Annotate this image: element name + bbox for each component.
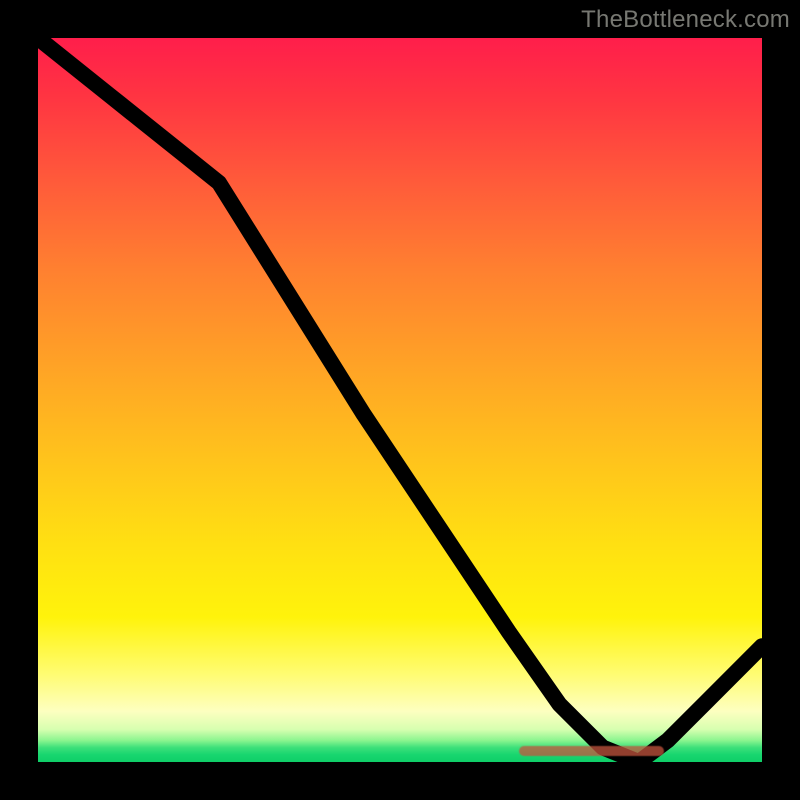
optimal-range-marker: [519, 746, 664, 756]
bottleneck-curve: [38, 38, 762, 762]
plot-area: [38, 38, 762, 762]
plot-border: [30, 30, 770, 770]
curve-svg: [38, 38, 762, 762]
chart-frame: TheBottleneck.com: [0, 0, 800, 800]
